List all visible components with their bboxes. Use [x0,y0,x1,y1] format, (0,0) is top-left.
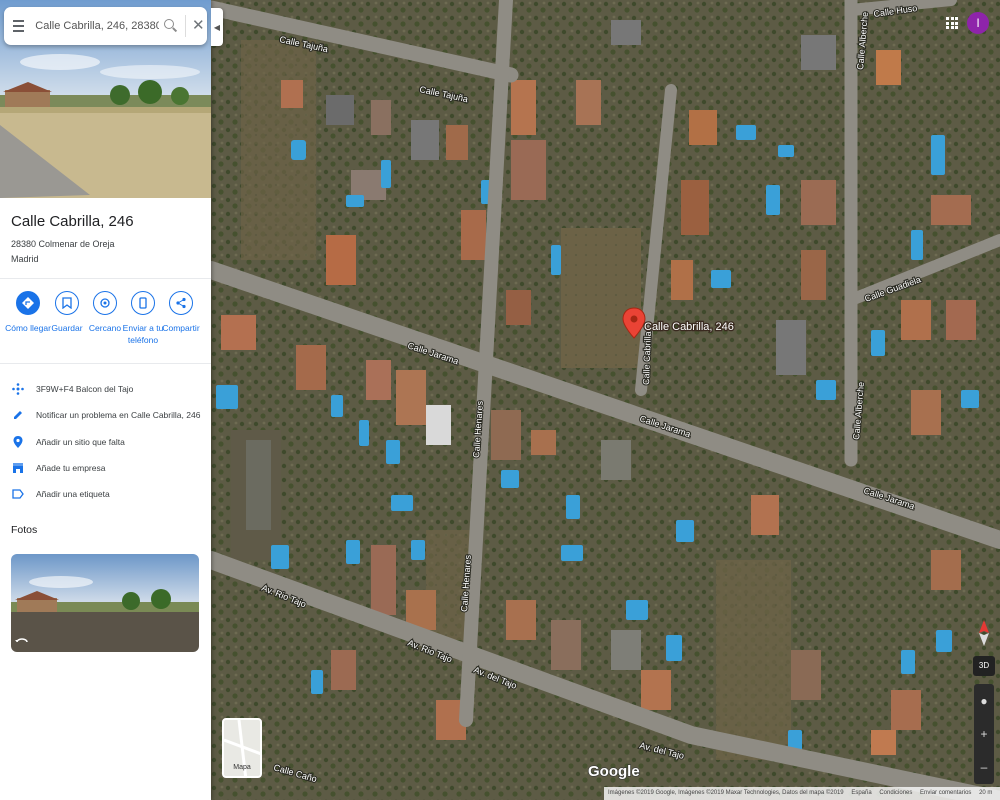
chevron-left-icon: ◀ [213,22,221,32]
apps-grid-icon[interactable] [946,17,958,29]
zoom-in-icon[interactable]: + [980,728,987,740]
place-address-line1: 28380 Colmenar de Oreja [11,239,115,249]
info-row-report-problem[interactable]: Notificar un problema en Calle Cabrilla,… [0,405,211,425]
directions-button[interactable]: Cómo llegar [5,291,51,334]
place-panel: ✕ Calle Cabrilla, 246 28380 Colmenar de … [0,0,211,800]
share-label: Compartir [162,323,200,333]
info-row-add-place[interactable]: Añadir un sitio que falta [0,432,211,452]
nearby-button[interactable]: Cercano [84,291,126,334]
photo-thumbnail[interactable] [11,554,199,652]
send-to-phone-button[interactable]: Enviar a tu teléfono [122,291,164,346]
divider [0,363,211,364]
road-label-cabrilla: Calle Cabrilla [641,331,653,385]
pegman-icon[interactable]: ● [980,695,987,707]
zoom-controls[interactable]: ● + – [974,684,994,784]
search-icon[interactable] [161,16,180,36]
nearby-icon [93,291,117,315]
search-input[interactable] [35,20,160,32]
info-row-plus-code[interactable]: 3F9W+F4 Balcon del Tajo [0,379,211,399]
business-icon [0,462,36,474]
minimap-label: Mapa [233,764,251,771]
attribution-terms[interactable]: Condiciones [879,790,912,796]
add-place-text: Añadir un sitio que falta [36,437,125,447]
menu-icon[interactable] [4,20,29,32]
add-label-text: Añadir una etiqueta [36,489,110,499]
divider [0,278,211,279]
compass-icon[interactable] [973,618,995,648]
report-problem-text: Notificar un problema en Calle Cabrilla,… [36,410,201,420]
pin-label[interactable]: Calle Cabrilla, 246 [643,320,735,335]
attribution-imagery: Imágenes ©2019 Google, Imágenes ©2019 Ma… [608,790,844,796]
3d-button[interactable]: 3D [973,656,995,676]
place-title: Calle Cabrilla, 246 [11,213,134,230]
plus-code-text: 3F9W+F4 Balcon del Tajo [36,384,134,394]
map-canvas[interactable]: Calle Tajuña Calle Tajuña Calle Huso Cal… [211,0,1000,800]
label-icon [0,489,36,499]
attribution-feedback[interactable]: Enviar comentarios [920,790,971,796]
add-business-text: Añade tu empresa [36,463,106,473]
avatar[interactable]: I [967,12,989,34]
phone-icon [131,291,155,315]
close-icon[interactable]: ✕ [190,17,207,35]
collapse-panel-button[interactable]: ◀ [211,8,223,46]
google-logo: Google [588,763,640,780]
bookmark-icon [55,291,79,315]
map-attribution: Imágenes ©2019 Google, Imágenes ©2019 Ma… [604,787,1000,800]
share-button[interactable]: Compartir [160,291,202,334]
share-icon [169,291,193,315]
info-row-add-label[interactable]: Añadir una etiqueta [0,484,211,504]
place-address-line2: Madrid [11,254,39,264]
plus-code-icon [0,383,36,395]
save-label: Guardar [51,323,83,333]
street-view-icon [15,638,28,643]
scale-bar[interactable]: 20 m [979,790,992,796]
action-bar: Cómo llegar Guardar Cercano Enviar a tu t… [0,291,211,361]
directions-icon [16,291,40,315]
nearby-label: Cercano [88,323,122,333]
directions-label: Cómo llegar [5,323,51,333]
search-divider [184,15,186,37]
photos-heading: Fotos [11,524,38,536]
add-place-icon [0,435,36,449]
satellite-map[interactable]: Calle Tajuña Calle Tajuña Calle Huso Cal… [211,0,1000,800]
search-box[interactable]: ✕ [4,7,207,45]
info-row-add-business[interactable]: Añade tu empresa [0,458,211,478]
attribution-country[interactable]: España [851,790,871,796]
pencil-icon [0,409,36,421]
save-button[interactable]: Guardar [46,291,88,334]
zoom-out-icon[interactable]: – [981,761,988,773]
send-to-phone-label: Enviar a tu teléfono [122,323,164,345]
map-layer-toggle[interactable]: Mapa [222,718,262,778]
